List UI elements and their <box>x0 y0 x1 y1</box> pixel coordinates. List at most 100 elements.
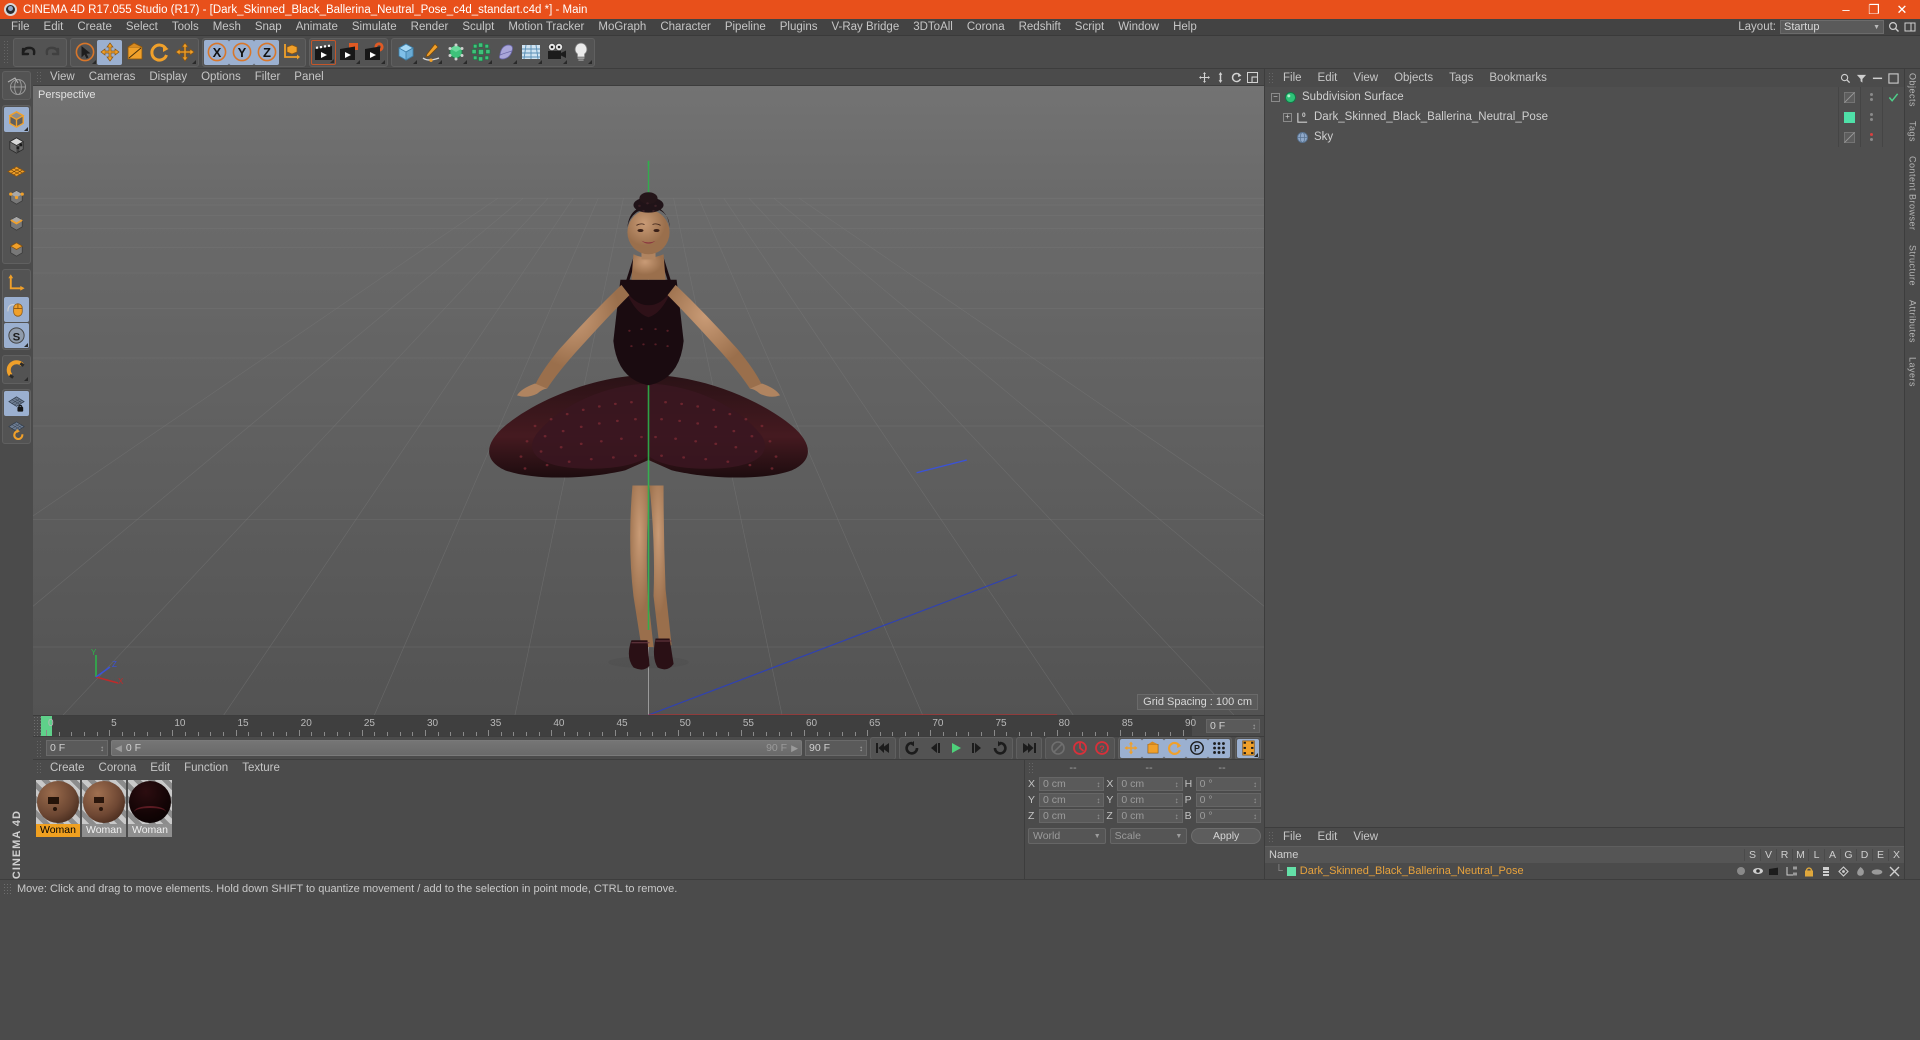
render-view-button[interactable] <box>311 39 336 65</box>
object-menu-objects[interactable]: Objects <box>1386 72 1441 84</box>
add-environment-button[interactable] <box>518 40 543 65</box>
menu-item-motion-tracker[interactable]: Motion Tracker <box>501 19 591 36</box>
object-row[interactable]: Sky <box>1265 127 1904 147</box>
attribute-a-icon[interactable] <box>1818 864 1834 878</box>
material-item[interactable]: Woman <box>128 780 172 837</box>
apply-button[interactable]: Apply <box>1191 828 1262 844</box>
add-cube-button[interactable] <box>393 40 418 65</box>
model-mode-button[interactable] <box>4 107 29 132</box>
previous-frame-button[interactable] <box>923 739 945 758</box>
frame-slider[interactable]: ◀ 0 F 90 F ▶ <box>111 740 802 756</box>
viewport-3d[interactable]: Perspective Y Z X Grid Spacing: 100 cm <box>33 86 1264 715</box>
panel-layout-icon[interactable] <box>1904 21 1916 33</box>
magnet-button[interactable] <box>4 357 29 382</box>
material-thumbnail[interactable] <box>82 780 126 824</box>
coord-input-pos-z[interactable]: 0 cm ↕ <box>1039 809 1105 823</box>
edge-mode-button[interactable] <box>4 211 29 236</box>
attribute-m-icon[interactable] <box>1784 864 1800 878</box>
attribute-col-g[interactable]: G <box>1840 849 1856 861</box>
add-camera-button[interactable] <box>543 40 568 65</box>
next-frame-button[interactable] <box>967 739 989 758</box>
layout-dropdown[interactable]: Startup ▼ <box>1780 20 1884 34</box>
menu-item-edit[interactable]: Edit <box>37 19 71 36</box>
material-name[interactable]: Woman <box>128 824 172 837</box>
move-alt-button[interactable] <box>172 40 197 65</box>
autokeying-button[interactable] <box>1069 739 1091 758</box>
object-manager-grip[interactable] <box>1268 71 1275 85</box>
menu-item-mesh[interactable]: Mesh <box>206 19 248 36</box>
coordinate-system-dropdown[interactable]: World ▼ <box>1028 828 1106 844</box>
object-visibility-dots[interactable] <box>1860 127 1882 147</box>
material-thumbnail[interactable] <box>128 780 172 824</box>
attribute-r-icon[interactable] <box>1767 864 1783 878</box>
coordinate-mode-dropdown[interactable]: Scale ▼ <box>1109 828 1188 844</box>
material-menu-corona[interactable]: Corona <box>92 762 144 774</box>
search-icon[interactable] <box>1840 73 1851 84</box>
viewport-menu-view[interactable]: View <box>43 71 82 83</box>
object-row[interactable]: − Subdivision Surface <box>1265 87 1904 107</box>
minimize-button[interactable]: – <box>1832 0 1860 19</box>
rotate-button[interactable] <box>147 40 172 65</box>
menu-item-sculpt[interactable]: Sculpt <box>455 19 501 36</box>
coord-input-pos-x[interactable]: 0 cm ↕ <box>1039 777 1105 791</box>
render-settings-button[interactable] <box>361 40 386 65</box>
attribute-menu-file[interactable]: File <box>1275 831 1310 843</box>
world-coord-button[interactable] <box>279 40 304 65</box>
attribute-d-icon[interactable] <box>1852 864 1868 878</box>
menu-item-plugins[interactable]: Plugins <box>773 19 825 36</box>
current-frame-field[interactable]: 0 F ↕ <box>46 740 108 756</box>
scale-key-button[interactable] <box>1142 738 1164 758</box>
attribute-g-icon[interactable] <box>1835 864 1851 878</box>
menu-item-corona[interactable]: Corona <box>960 19 1012 36</box>
timeline-frame-field[interactable]: 0 F ↕ <box>1206 719 1260 733</box>
lock-grid-button[interactable] <box>4 391 29 416</box>
object-menu-bookmarks[interactable]: Bookmarks <box>1481 72 1555 84</box>
attribute-row[interactable]: └ Dark_Skinned_Black_Ballerina_Neutral_P… <box>1265 863 1904 879</box>
play-backwards-button[interactable] <box>901 739 923 758</box>
viewport-grip[interactable] <box>36 70 43 84</box>
object-enabled-check[interactable] <box>1882 107 1904 127</box>
attribute-col-e[interactable]: E <box>1872 849 1888 861</box>
viewport-solo-button[interactable] <box>4 297 29 322</box>
object-menu-view[interactable]: View <box>1345 72 1386 84</box>
side-tab-tags[interactable]: Tags <box>1908 121 1918 142</box>
coord-input-rot-p[interactable]: 0 ° ↕ <box>1195 793 1261 807</box>
axis-modify-button[interactable] <box>4 271 29 296</box>
material-item[interactable]: Woman <box>36 780 80 837</box>
maximize-button[interactable]: ❐ <box>1860 0 1888 19</box>
stepper-icon[interactable]: ↕ <box>1253 796 1257 805</box>
material-name[interactable]: Woman <box>36 824 80 837</box>
menu-item-snap[interactable]: Snap <box>248 19 289 36</box>
close-button[interactable]: ✕ <box>1888 0 1916 19</box>
stepper-icon[interactable]: ↕ <box>1253 812 1257 821</box>
object-visibility-dots[interactable] <box>1860 87 1882 107</box>
position-key-button[interactable] <box>1120 738 1142 758</box>
attribute-grip[interactable] <box>1268 830 1275 844</box>
object-enabled-check[interactable] <box>1882 87 1904 107</box>
z-axis-button[interactable]: Z <box>254 39 279 65</box>
attribute-col-x[interactable]: X <box>1888 849 1904 861</box>
stepper-icon[interactable]: ↕ <box>1175 812 1179 821</box>
polygon-mode-button[interactable] <box>4 159 29 184</box>
viewport-menu-display[interactable]: Display <box>142 71 194 83</box>
attribute-menu-view[interactable]: View <box>1345 831 1386 843</box>
timeline-grip[interactable] <box>33 716 41 736</box>
snap-settings-button[interactable]: S <box>4 323 29 348</box>
timeline-toggle-button[interactable] <box>1237 738 1259 758</box>
attribute-x-icon[interactable] <box>1886 864 1902 878</box>
object-expander[interactable]: − <box>1271 92 1280 102</box>
material-menu-texture[interactable]: Texture <box>235 762 287 774</box>
stepper-icon[interactable]: ↕ <box>1252 722 1256 731</box>
attribute-v-icon[interactable] <box>1750 864 1766 878</box>
search-icon[interactable] <box>1888 21 1900 33</box>
redo-button[interactable] <box>40 40 65 65</box>
side-tab-attributes[interactable]: Attributes <box>1908 300 1918 343</box>
object-tree[interactable]: − Subdivision Surface + 0 Dark_Skinned_B… <box>1265 87 1904 827</box>
undo-button[interactable] <box>15 40 40 65</box>
viewport-menu-cameras[interactable]: Cameras <box>82 71 143 83</box>
coord-input-size-x[interactable]: 0 cm ↕ <box>1117 777 1183 791</box>
record-active-objects-button[interactable] <box>1047 739 1069 758</box>
attribute-col-m[interactable]: M <box>1792 849 1808 861</box>
object-mode-button[interactable] <box>4 237 29 262</box>
object-enabled-check[interactable] <box>1882 127 1904 147</box>
